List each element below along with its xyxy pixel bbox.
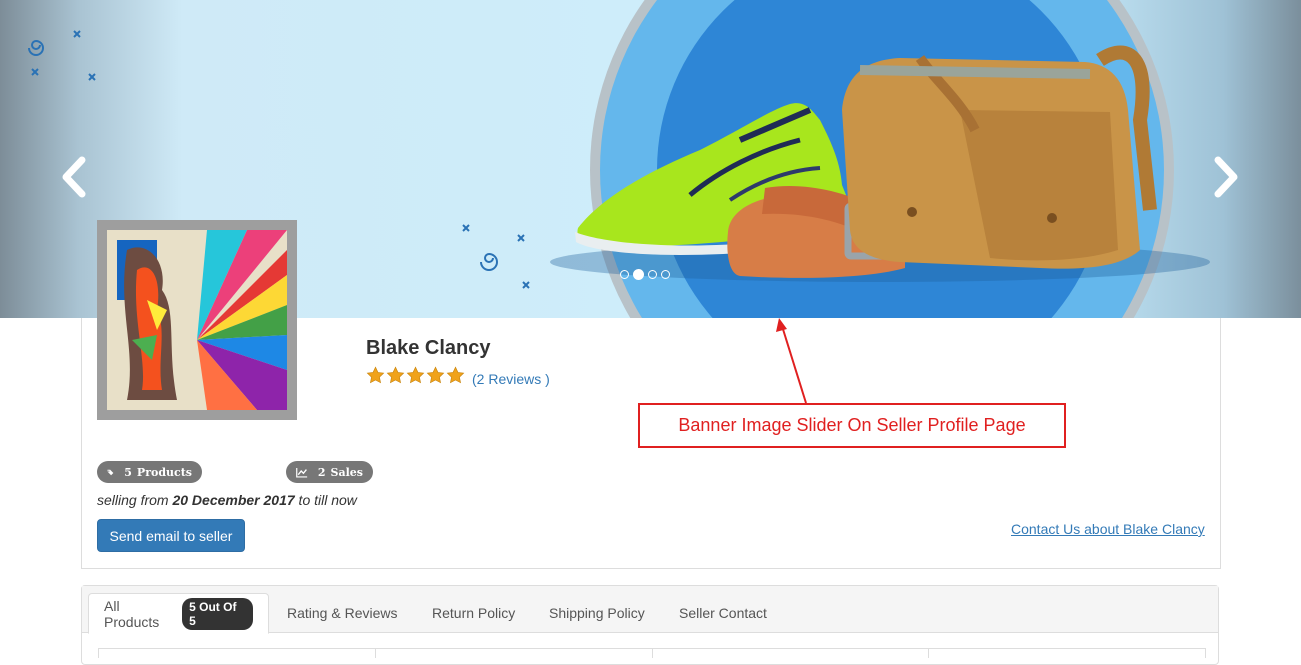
sales-count-badge: 2 Sales — [286, 461, 373, 483]
annotation-callout: Banner Image Slider On Seller Profile Pa… — [638, 403, 1066, 448]
seller-avatar-image — [107, 230, 287, 410]
tab-all-products[interactable]: All Products 5 Out Of 5 — [88, 593, 269, 634]
product-cell — [376, 649, 653, 658]
star-icon — [386, 366, 405, 384]
tags-icon — [107, 469, 114, 475]
products-grid — [98, 648, 1206, 658]
product-cell — [99, 649, 376, 658]
tab-rating-reviews[interactable]: Rating & Reviews — [272, 593, 413, 633]
contact-seller-link[interactable]: Contact Us about Blake Clancy — [1011, 521, 1205, 537]
tabs-header: All Products 5 Out Of 5 Rating & Reviews… — [82, 586, 1218, 634]
star-icon — [446, 366, 465, 384]
selling-date: 20 December 2017 — [172, 492, 295, 508]
chevron-right-icon — [1214, 156, 1238, 198]
products-label: Products — [136, 465, 192, 479]
star-icon — [366, 366, 385, 384]
tab-return-policy[interactable]: Return Policy — [417, 593, 530, 633]
tab-seller-contact[interactable]: Seller Contact — [664, 593, 782, 633]
products-count-badge: 5 Products — [97, 461, 202, 483]
seller-tabs-panel: All Products 5 Out Of 5 Rating & Reviews… — [81, 585, 1219, 665]
slider-dot[interactable] — [620, 270, 629, 279]
seller-avatar — [97, 220, 297, 420]
slider-next-arrow[interactable] — [1206, 154, 1246, 200]
selling-prefix: selling from — [97, 492, 173, 508]
line-chart-icon — [296, 467, 308, 478]
sales-count: 2 — [317, 465, 326, 479]
slider-indicators — [620, 269, 670, 280]
send-email-button[interactable]: Send email to seller — [97, 519, 245, 552]
slider-dot-active[interactable] — [633, 269, 644, 280]
seller-name: Blake Clancy — [366, 337, 491, 359]
product-cell — [653, 649, 930, 658]
tab-shipping-policy[interactable]: Shipping Policy — [534, 593, 660, 633]
selling-suffix: to till now — [294, 492, 357, 508]
product-cell — [929, 649, 1205, 658]
products-count-badge-tab: 5 Out Of 5 — [182, 597, 253, 630]
bag-graphic — [842, 45, 1157, 269]
products-count: 5 — [124, 465, 132, 479]
chevron-left-icon — [62, 156, 86, 198]
tab-all-products-label: All Products — [104, 597, 160, 630]
slider-dot[interactable] — [661, 270, 670, 279]
selling-since-text: selling from 20 December 2017 to till no… — [97, 492, 357, 508]
slider-prev-arrow[interactable] — [54, 154, 94, 200]
slider-dot[interactable] — [648, 270, 657, 279]
star-icon — [406, 366, 425, 384]
seller-rating-stars — [366, 366, 465, 385]
reviews-link[interactable]: (2 Reviews ) — [472, 371, 550, 387]
sales-label: Sales — [330, 465, 363, 479]
star-icon — [426, 366, 445, 384]
